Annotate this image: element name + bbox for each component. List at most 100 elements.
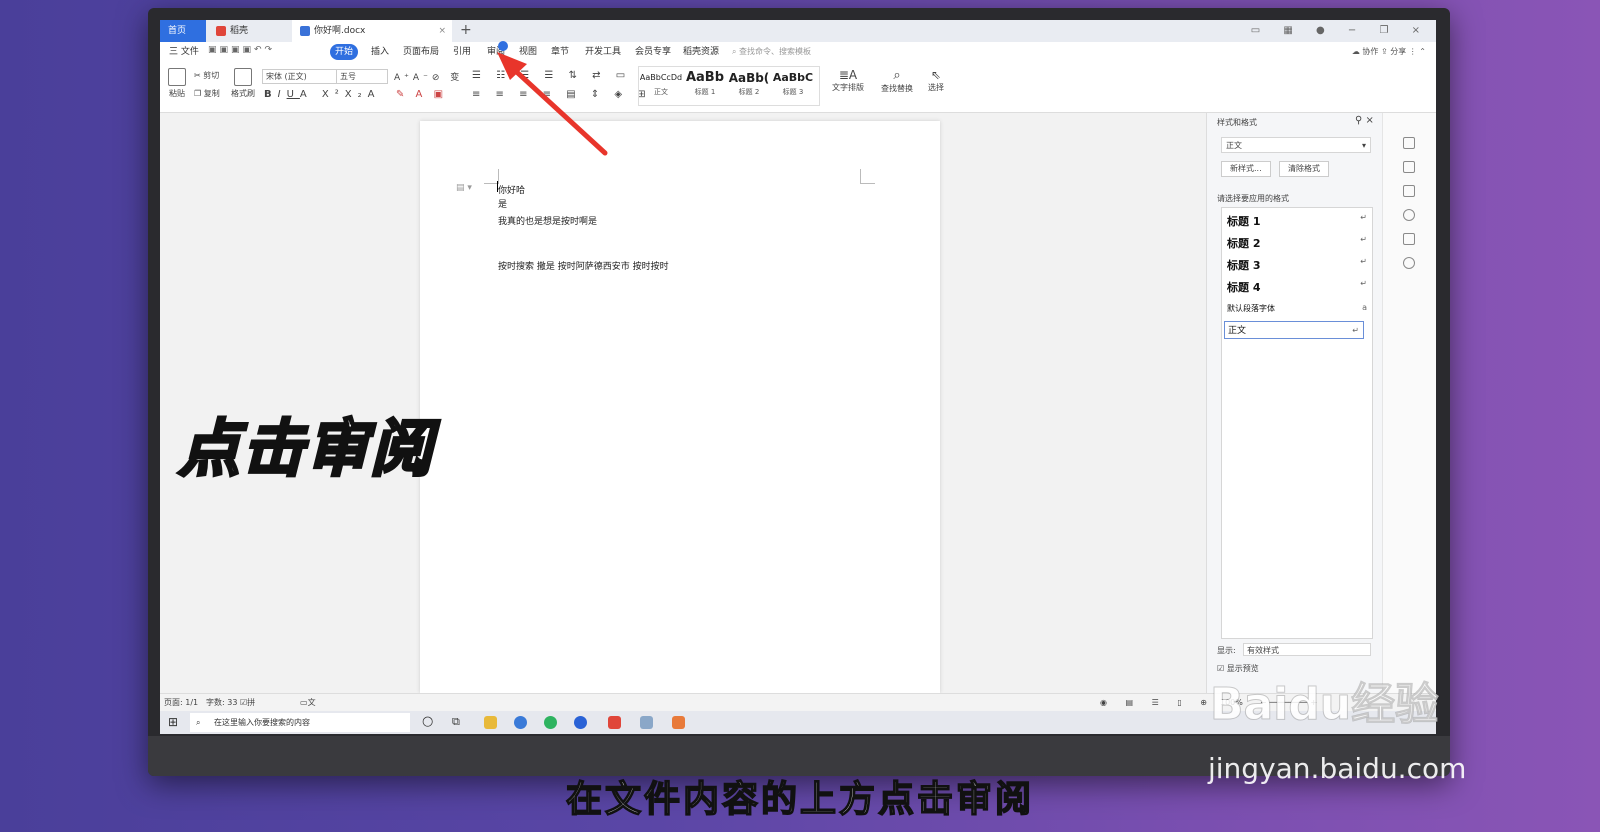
pen-icon[interactable] [1403, 137, 1415, 149]
a-icon: a [1362, 303, 1367, 312]
style-item-label: 标题 3 [1227, 259, 1261, 272]
text-layout-button[interactable]: ≣A 文字排版 [828, 68, 868, 93]
style-preview: AaBb [685, 70, 725, 85]
copy-button[interactable]: ❐ 复制 [194, 88, 220, 99]
magnifier-icon: ⌕ [893, 68, 901, 83]
paragraph-buttons-row1[interactable]: ☰ ☷ ☰ ☰ ⇅ ⇄ ▭ [472, 70, 631, 81]
cortana-icon[interactable]: ○ [422, 714, 433, 729]
show-select[interactable]: 有效样式 [1243, 643, 1371, 656]
doc-line[interactable]: 你好哈 [498, 183, 525, 196]
style-label: 标题 3 [782, 88, 804, 96]
tab-label: 首页 [168, 26, 187, 36]
style-gallery[interactable]: AaBbCcDd 正文 AaBb 标题 1 AaBb(标题 2 AaBbC 标题 3 [638, 66, 820, 106]
find-replace-label: 查找替换 [881, 84, 913, 93]
tab-home[interactable]: 首页 [160, 20, 206, 42]
font-name-select[interactable]: 宋体 (正文) [262, 69, 340, 84]
quick-access-icons[interactable]: ▣▣▣▣↶↷ [208, 45, 275, 55]
cut-label: 剪切 [203, 71, 220, 80]
paste-button[interactable]: 粘贴 [166, 68, 188, 99]
show-label: 显示: [1217, 646, 1236, 655]
search-icon: ⌕ [196, 718, 201, 727]
return-icon: ↵ [1360, 279, 1367, 288]
style-item-label: 标题 1 [1227, 215, 1261, 228]
return-icon: ↵ [1360, 235, 1367, 244]
clear-format-button[interactable]: 清除格式 [1279, 161, 1329, 177]
style-item-heading-4[interactable]: 标题 4 ↵ [1227, 279, 1367, 295]
taskbar-search[interactable]: ⌕ 在这里输入你要搜索的内容 [190, 713, 410, 732]
show-value: 有效样式 [1247, 646, 1279, 655]
text-layout-label: 文字排版 [832, 83, 864, 92]
panel-close-icon[interactable]: ⚲ × [1355, 115, 1374, 126]
select-label: 选择 [928, 83, 944, 92]
doc-line[interactable]: 是 [498, 197, 507, 210]
command-search[interactable]: ⌕ 查找命令、搜索模板 [732, 44, 811, 60]
menu-file[interactable]: 三 文件 [164, 44, 204, 60]
font-size-buttons[interactable]: A⁺A⁻⊘ 变 [394, 70, 463, 83]
help-icon[interactable] [1403, 209, 1415, 221]
style-item-heading-2[interactable]: 标题 2 ↵ [1227, 235, 1367, 251]
browser-icon[interactable] [514, 716, 527, 729]
app-icon[interactable] [672, 716, 685, 729]
view-mode-icons[interactable]: ◉ ▤ ☰ ▯ ⊕ [1100, 694, 1215, 712]
file-explorer-icon[interactable] [484, 716, 497, 729]
tab-document[interactable]: 你好啊.docx × [292, 20, 452, 42]
cut-button[interactable]: ✂ 剪切 [194, 70, 219, 81]
menu-review[interactable]: 审阅 [482, 44, 510, 60]
font-color-buttons[interactable]: ✎ A ▣ [396, 89, 447, 100]
new-style-button[interactable]: 新样式... [1221, 161, 1271, 177]
cloud-icon[interactable] [1403, 233, 1415, 245]
doc-line[interactable]: 按时搜索 撒是 按时阿萨德西安市 按时按时 [498, 259, 669, 272]
paste-label: 粘贴 [169, 89, 185, 98]
chat-app-icon[interactable] [544, 716, 557, 729]
style-item-heading-3[interactable]: 标题 3 ↵ [1227, 257, 1367, 273]
location-icon[interactable] [1403, 257, 1415, 269]
paragraph-handle-icon[interactable]: ▤ ▾ [456, 183, 472, 193]
new-tab-button[interactable]: + [460, 20, 472, 40]
cursor-icon[interactable] [1403, 161, 1415, 173]
spell-check-button[interactable]: ☑ 拼写检查 [240, 694, 255, 725]
style-heading-2[interactable]: AaBb(标题 2 [727, 69, 771, 97]
tab-label: 稻壳 [230, 26, 249, 36]
menu-developer[interactable]: 开发工具 [580, 44, 626, 60]
style-item-heading-1[interactable]: 标题 1 ↵ [1227, 213, 1367, 229]
edge-icon[interactable] [574, 716, 587, 729]
menu-home[interactable]: 开始 [330, 44, 359, 60]
style-item-label: 标题 2 [1227, 237, 1261, 250]
style-preview: AaBbCcDd [639, 73, 683, 82]
menu-chapter[interactable]: 章节 [546, 44, 574, 60]
document-page[interactable]: ▤ ▾ 你好哈 是 我真的也是想是按时啊是 按时搜索 撒是 按时阿萨德西安市 按… [420, 121, 940, 693]
current-style-select[interactable]: 正文 ▾ [1221, 137, 1371, 153]
menu-member[interactable]: 会员专享 [630, 44, 676, 60]
sliders-icon[interactable] [1403, 185, 1415, 197]
font-size-select[interactable]: 五号 [336, 69, 388, 84]
wps-icon[interactable] [608, 716, 621, 729]
style-heading-1[interactable]: AaBb 标题 1 [683, 69, 727, 97]
style-label: 标题 2 [738, 88, 760, 96]
menu-view[interactable]: 视图 [514, 44, 542, 60]
copy-label: 复制 [203, 89, 220, 98]
menu-docer-resources[interactable]: 稻壳资源 [678, 44, 724, 60]
find-replace-button[interactable]: ⌕ 查找替换 [876, 68, 918, 94]
tab-label: 你好啊.docx [314, 26, 366, 36]
windows-start-icon[interactable]: ⊞ [168, 715, 178, 729]
paragraph-buttons-row2[interactable]: ≡ ≡ ≡ ≡ ▤ ⇕ ◈ ⊞ [472, 89, 652, 100]
collab-share[interactable]: ☁ 协作 ⇪ 分享 ⋮ ⌃ [1352, 44, 1426, 60]
style-item-default-font[interactable]: 默认段落字体 a [1227, 303, 1367, 314]
proofread-button[interactable]: ▭ 文档校对 [300, 694, 316, 725]
window-controls[interactable]: ▭ ▦ ● − ❐ × [1251, 20, 1430, 42]
menu-insert[interactable]: 插入 [366, 44, 394, 60]
app-icon[interactable] [640, 716, 653, 729]
style-normal[interactable]: AaBbCcDd 正文 [639, 69, 683, 97]
style-heading-3[interactable]: AaBbC 标题 3 [771, 69, 815, 97]
font-style-buttons[interactable]: BIUA X²X₂A [264, 89, 381, 100]
menu-references[interactable]: 引用 [448, 44, 476, 60]
style-item-body[interactable]: 正文 ↵ [1224, 321, 1364, 339]
doc-line[interactable]: 我真的也是想是按时啊是 [498, 214, 597, 227]
tab-docer[interactable]: 稻壳 [208, 20, 290, 42]
select-button[interactable]: ⇖ 选择 [922, 68, 950, 93]
close-tab-icon[interactable]: × [438, 20, 446, 42]
task-view-icon[interactable]: ⧉ [452, 715, 460, 729]
pointer-icon: ⇖ [930, 68, 942, 82]
format-painter-button[interactable]: 格式刷 [230, 68, 256, 99]
menu-page-layout[interactable]: 页面布局 [398, 44, 444, 60]
